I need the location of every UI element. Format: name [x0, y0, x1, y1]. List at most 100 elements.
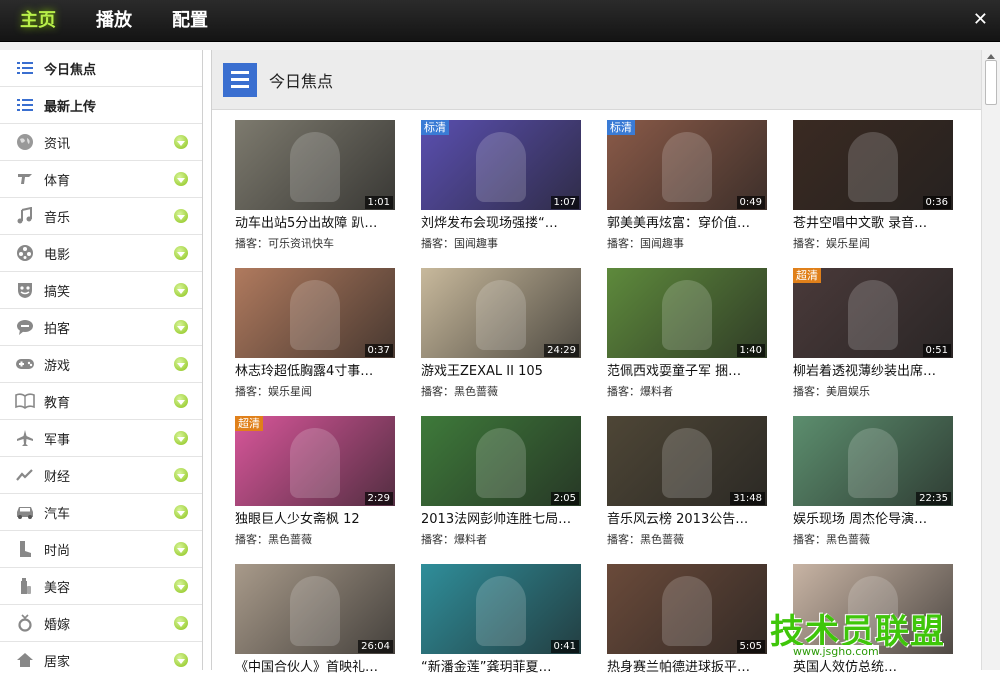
sidebar-item[interactable]: 军事: [0, 420, 202, 457]
speech-bubble-icon: [14, 317, 36, 337]
sidebar-item[interactable]: 居家: [0, 642, 202, 670]
video-thumbnail[interactable]: 1:40: [607, 268, 767, 358]
sidebar-item-label: 游戏: [44, 358, 71, 374]
chevron-down-icon[interactable]: [174, 135, 188, 149]
video-thumbnail[interactable]: 5:05: [607, 564, 767, 654]
chevron-down-icon[interactable]: [174, 283, 188, 297]
video-card[interactable]: 标清 0:49 郭美美再炫富：穿价值… 播客：国闻趣事: [607, 120, 779, 251]
chevron-down-icon[interactable]: [174, 653, 188, 667]
video-thumbnail[interactable]: 24:29: [421, 268, 581, 358]
sidebar-item[interactable]: 资讯: [0, 124, 202, 161]
video-title[interactable]: 游戏王ZEXAL II 105: [421, 360, 581, 379]
video-card[interactable]: 2:05 2013法网彭帅连胜七局… 播客：爆料者: [421, 416, 593, 547]
globe-icon: [14, 132, 36, 152]
video-card[interactable]: 5:05 热身赛兰帕德进球扳平…: [607, 564, 779, 675]
video-thumbnail[interactable]: 标清 0:49: [607, 120, 767, 210]
tab-play[interactable]: 播放: [76, 0, 152, 42]
chevron-down-icon[interactable]: [174, 246, 188, 260]
sidebar-item[interactable]: 体育: [0, 161, 202, 198]
video-card[interactable]: 24:29 游戏王ZEXAL II 105 播客：黑色蔷薇: [421, 268, 593, 399]
video-card[interactable]: 超清 2:29 独眼巨人少女斋枫 12 播客：黑色蔷薇: [235, 416, 407, 547]
sidebar-item[interactable]: 拍客: [0, 309, 202, 346]
video-thumbnail[interactable]: 0:41: [421, 564, 581, 654]
video-duration: 2:29: [364, 492, 393, 505]
chevron-down-icon[interactable]: [174, 172, 188, 186]
video-title[interactable]: 动车出站5分出故障 趴…: [235, 212, 395, 231]
chevron-down-icon[interactable]: [174, 468, 188, 482]
chevron-down-icon[interactable]: [174, 209, 188, 223]
video-duration: 1:01: [364, 196, 393, 209]
video-title[interactable]: 柳岩着透视薄纱装出席…: [793, 360, 953, 379]
video-title[interactable]: 2013法网彭帅连胜七局…: [421, 508, 581, 527]
sidebar-item[interactable]: 汽车: [0, 494, 202, 531]
video-card[interactable]: 22:35 娱乐现场 周杰伦导演… 播客：黑色蔷薇: [793, 416, 965, 547]
sidebar-item-label: 拍客: [44, 321, 71, 337]
video-title[interactable]: 热身赛兰帕德进球扳平…: [607, 656, 767, 675]
video-title[interactable]: 独眼巨人少女斋枫 12: [235, 508, 395, 527]
chevron-down-icon[interactable]: [174, 357, 188, 371]
video-thumbnail[interactable]: 26:04: [235, 564, 395, 654]
sidebar-item[interactable]: 最新上传: [0, 87, 202, 124]
video-thumbnail[interactable]: 超清 2:29: [235, 416, 395, 506]
scroll-thumb[interactable]: [985, 60, 997, 105]
tab-home[interactable]: 主页: [0, 0, 76, 42]
chevron-down-icon[interactable]: [174, 616, 188, 630]
sidebar-item[interactable]: 婚嫁: [0, 605, 202, 642]
tab-settings[interactable]: 配置: [152, 0, 228, 42]
video-title[interactable]: 林志玲超低胸露4寸事…: [235, 360, 395, 379]
video-card[interactable]: 31:48 音乐风云榜 2013公告… 播客：黑色蔷薇: [607, 416, 779, 547]
video-thumbnail[interactable]: 1:01: [235, 120, 395, 210]
video-title[interactable]: 郭美美再炫富：穿价值…: [607, 212, 767, 231]
chevron-down-icon[interactable]: [174, 320, 188, 334]
sidebar-item[interactable]: 今日焦点: [0, 50, 202, 87]
video-thumbnail[interactable]: 22:35: [793, 416, 953, 506]
video-card[interactable]: 1:40 范佩西戏耍童子军 捆… 播客：爆料者: [607, 268, 779, 399]
sidebar-item[interactable]: 财经: [0, 457, 202, 494]
video-duration: 0:37: [364, 344, 393, 357]
video-uploader: 播客：国闻趣事: [607, 237, 684, 250]
video-title[interactable]: 范佩西戏耍童子军 捆…: [607, 360, 767, 379]
quality-badge: 超清: [793, 268, 821, 283]
chevron-down-icon[interactable]: [174, 394, 188, 408]
video-card[interactable]: 26:04 《中国合伙人》首映礼…: [235, 564, 407, 675]
video-title[interactable]: 英国人效仿总统…: [793, 656, 953, 675]
sidebar-item[interactable]: 游戏: [0, 346, 202, 383]
video-thumbnail[interactable]: 0:37: [235, 268, 395, 358]
sidebar-item[interactable]: 音乐: [0, 198, 202, 235]
close-icon[interactable]: ✕: [973, 9, 988, 30]
video-thumbnail[interactable]: 0:36: [793, 120, 953, 210]
sidebar-item[interactable]: 搞笑: [0, 272, 202, 309]
menu-icon[interactable]: [223, 62, 257, 97]
video-card[interactable]: 0:36 苍井空唱中文歌 录音… 播客：娱乐星闻: [793, 120, 965, 251]
video-card[interactable]: 0:37 林志玲超低胸露4寸事… 播客：娱乐星闻: [235, 268, 407, 399]
gamepad-icon: [14, 354, 36, 374]
sidebar-item[interactable]: 时尚: [0, 531, 202, 568]
video-title[interactable]: “新潘金莲”龚玥菲夏…: [421, 656, 581, 675]
video-title[interactable]: 《中国合伙人》首映礼…: [235, 656, 395, 675]
sidebar-item[interactable]: 美容: [0, 568, 202, 605]
video-title[interactable]: 音乐风云榜 2013公告…: [607, 508, 767, 527]
video-card[interactable]: 0:41 “新潘金莲”龚玥菲夏…: [421, 564, 593, 675]
chevron-down-icon[interactable]: [174, 579, 188, 593]
video-thumbnail[interactable]: 31:48: [607, 416, 767, 506]
video-title[interactable]: 刘烨发布会现场强搂“…: [421, 212, 581, 231]
video-thumbnail[interactable]: 标清 1:07: [421, 120, 581, 210]
quality-badge: 超清: [235, 416, 263, 431]
video-uploader: 播客：爆料者: [607, 385, 673, 398]
chevron-down-icon[interactable]: [174, 431, 188, 445]
scrollbar[interactable]: [981, 50, 1000, 670]
sidebar-item[interactable]: 电影: [0, 235, 202, 272]
scroll-up-icon[interactable]: [987, 54, 995, 59]
video-thumbnail[interactable]: 超清 0:51: [793, 268, 953, 358]
bottle-icon: [14, 576, 36, 596]
video-title[interactable]: 苍井空唱中文歌 录音…: [793, 212, 953, 231]
video-thumbnail[interactable]: 2:05: [421, 416, 581, 506]
video-title[interactable]: 娱乐现场 周杰伦导演…: [793, 508, 953, 527]
chevron-down-icon[interactable]: [174, 542, 188, 556]
sidebar-item-label: 搞笑: [44, 284, 71, 300]
sidebar-item[interactable]: 教育: [0, 383, 202, 420]
chevron-down-icon[interactable]: [174, 505, 188, 519]
video-card[interactable]: 超清 0:51 柳岩着透视薄纱装出席… 播客：美眉娱乐: [793, 268, 965, 399]
video-card[interactable]: 1:01 动车出站5分出故障 趴… 播客：可乐资讯快车: [235, 120, 407, 251]
video-card[interactable]: 标清 1:07 刘烨发布会现场强搂“… 播客：国闻趣事: [421, 120, 593, 251]
